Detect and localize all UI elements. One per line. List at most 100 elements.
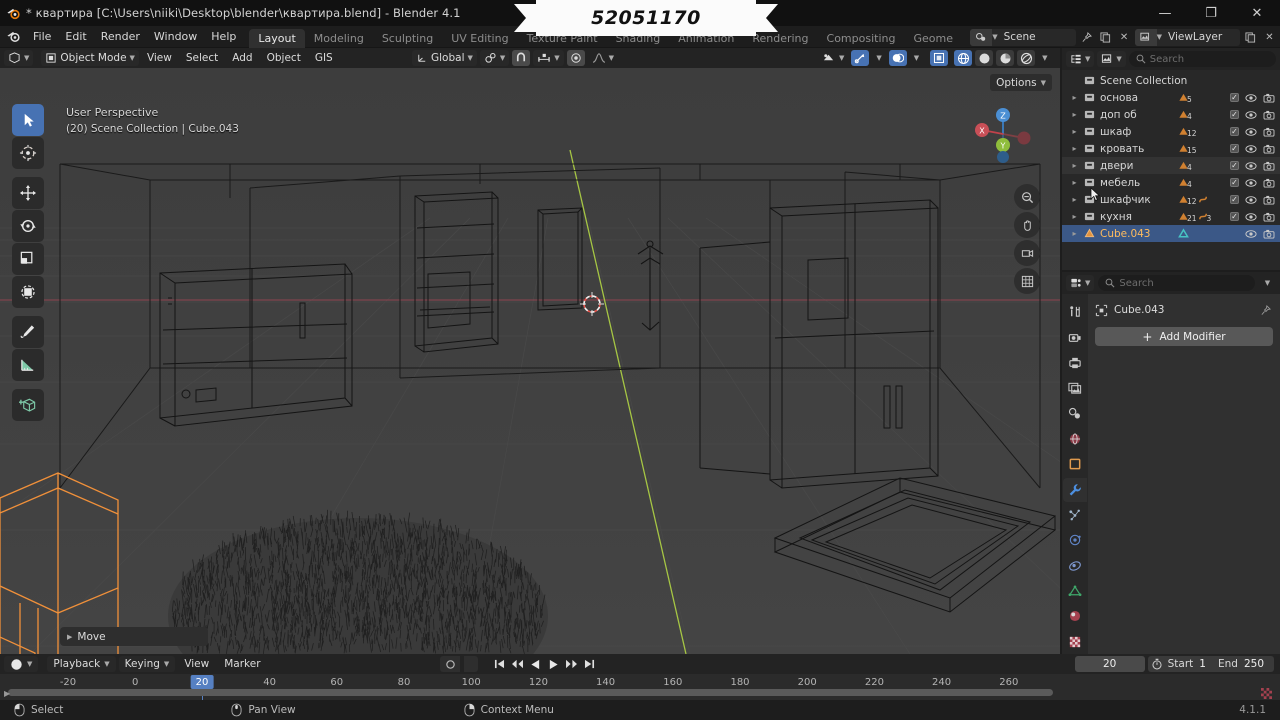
properties-editor-type-selector[interactable]: ▼ [1066,275,1095,291]
window-minimize-button[interactable]: — [1142,0,1188,26]
view-layer-remove-button[interactable]: ✕ [1261,29,1278,46]
exclude-checkbox[interactable]: ✓ [1230,93,1239,102]
exclude-checkbox[interactable]: ✓ [1230,127,1239,136]
properties-pin-icon[interactable] [1260,304,1271,316]
properties-tab-texture[interactable] [1063,630,1087,654]
xray-icon[interactable] [930,50,949,66]
start-frame-value[interactable]: 1 [1199,658,1216,670]
exclude-checkbox[interactable]: ✓ [1230,212,1239,221]
shading-material-preview-button[interactable] [996,50,1015,66]
operator-panel-expand-icon[interactable]: ▶ [67,633,72,641]
properties-tab-particles[interactable] [1063,503,1087,527]
outliner-row-shkaf[interactable]: ▸ шкаф 12 ✓ [1062,123,1280,140]
render-camera-icon[interactable] [1263,178,1275,188]
timeline-horizontal-scrollbar[interactable] [8,689,1053,696]
properties-options-chevron-down-icon[interactable]: ▼ [1259,275,1276,292]
jump-to-end-icon[interactable] [582,656,597,672]
exclude-checkbox[interactable]: ✓ [1230,178,1239,187]
expand-icon[interactable]: ▸ [1068,144,1081,153]
outliner-row-dveri[interactable]: ▸ двери 4 ✓ [1062,157,1280,174]
expand-icon[interactable]: ▸ [1068,110,1081,119]
blender-menu-icon[interactable] [0,26,26,48]
view-layer-duplicate-icon[interactable] [1242,29,1259,46]
outliner-row-dop-ob[interactable]: ▸ доп об 4 ✓ [1062,106,1280,123]
render-camera-icon[interactable] [1263,212,1275,222]
outliner-row-krovat[interactable]: ▸ кровать 15 ✓ [1062,140,1280,157]
properties-tab-physics[interactable] [1063,528,1087,552]
auto-keyframe-record-button[interactable] [440,656,460,672]
previous-keyframe-icon[interactable] [510,656,525,672]
properties-tab-object[interactable] [1063,452,1087,476]
hide-eye-icon[interactable] [1245,127,1257,137]
expand-icon[interactable]: ▸ [1068,195,1081,204]
timeline-keying-menu[interactable]: Keying ▼ [118,656,176,672]
hide-eye-icon[interactable] [1245,144,1257,154]
menu-file[interactable]: File [26,26,58,48]
shading-wireframe-button[interactable] [954,50,973,66]
hide-eye-icon[interactable] [1245,110,1257,120]
next-keyframe-icon[interactable] [564,656,579,672]
outliner-row-kuhnya[interactable]: ▸ кухня 21 3 ✓ [1062,208,1280,225]
render-camera-icon[interactable] [1263,110,1275,120]
menu-render[interactable]: Render [94,26,147,48]
viewport-options-button[interactable]: Options ▼ [990,74,1052,91]
exclude-checkbox[interactable]: ✓ [1230,195,1239,204]
timeline-marker-menu[interactable]: Marker [218,654,266,674]
outliner-filter-selector[interactable]: ▼ [1097,51,1126,67]
outliner-display-mode-selector[interactable]: ▼ [1066,51,1095,67]
properties-search-input[interactable]: Search [1098,275,1255,291]
outliner-search-input[interactable]: Search [1128,51,1276,67]
interaction-mode-selector[interactable]: Object Mode ▼ [41,50,139,66]
menu-edit[interactable]: Edit [58,26,93,48]
play-reverse-icon[interactable] [528,656,543,672]
properties-tab-tool[interactable] [1063,300,1087,324]
tool-rotate[interactable] [12,210,44,242]
exclude-checkbox[interactable]: ✓ [1230,144,1239,153]
workspace-tab-compositing[interactable]: Compositing [818,29,905,48]
editor-type-selector[interactable]: ▼ [4,50,34,66]
add-modifier-button[interactable]: + Add Modifier [1095,327,1273,346]
expand-icon[interactable]: ▸ [1068,93,1081,102]
properties-tab-data[interactable] [1063,579,1087,603]
viewport-menu-add[interactable]: Add [226,48,258,68]
scene-remove-button[interactable]: ✕ [1116,29,1133,46]
navigation-axis-gizmo[interactable]: Z X Y [972,103,1034,165]
overlays-settings-chevron-icon[interactable]: ▼ [910,50,923,66]
properties-tab-render[interactable] [1063,325,1087,349]
hide-eye-icon[interactable] [1245,161,1257,171]
overlays-icon[interactable] [888,50,907,66]
hide-eye-icon[interactable] [1245,195,1257,205]
hide-eye-icon[interactable] [1245,212,1257,222]
hide-eye-icon[interactable] [1245,229,1257,239]
timeline-ruler[interactable]: -20 0 40 60 80 100 120 140 160 180 200 220 240 260 20… [0,674,1280,700]
render-camera-icon[interactable] [1263,127,1275,137]
viewport-menu-gis[interactable]: GIS [309,48,339,68]
operator-redo-panel[interactable]: ▶ Move [60,627,208,646]
timeline-editor-type-selector[interactable]: ▼ [4,656,39,672]
gizmo-icon[interactable] [851,50,870,66]
properties-tab-world[interactable] [1063,427,1087,451]
properties-tab-constraints[interactable] [1063,554,1087,578]
tool-measure[interactable] [12,349,44,381]
tool-scale[interactable] [12,243,44,275]
viewport-3d[interactable]: User Perspective (20) Scene Collection |… [0,68,1060,654]
properties-tab-modifier[interactable] [1063,477,1087,502]
pivot-point-selector[interactable]: ▼ [479,50,510,66]
gizmo-settings-chevron-icon[interactable]: ▼ [872,50,885,66]
viewport-menu-view[interactable]: View [141,48,178,68]
viewport-pan-hand-icon[interactable] [1014,212,1040,238]
scene-pin-icon[interactable] [1078,29,1095,46]
window-maximize-button[interactable]: ❐ [1188,0,1234,26]
snap-settings-selector[interactable]: ▼ [533,50,564,66]
render-camera-icon[interactable] [1263,161,1275,171]
render-camera-icon[interactable] [1263,229,1275,239]
tool-annotate[interactable] [12,316,44,348]
tool-transform[interactable] [12,276,44,308]
scene-selector[interactable]: ▼ Scene [970,28,1076,46]
outliner-row-scene-collection[interactable]: Scene Collection [1062,72,1280,89]
scene-name[interactable]: Scene [998,31,1076,43]
current-frame-input[interactable]: 20 [1074,656,1145,672]
falloff-curve-selector[interactable]: ▼ [588,50,618,66]
scene-duplicate-icon[interactable] [1097,29,1114,46]
hide-eye-icon[interactable] [1245,178,1257,188]
